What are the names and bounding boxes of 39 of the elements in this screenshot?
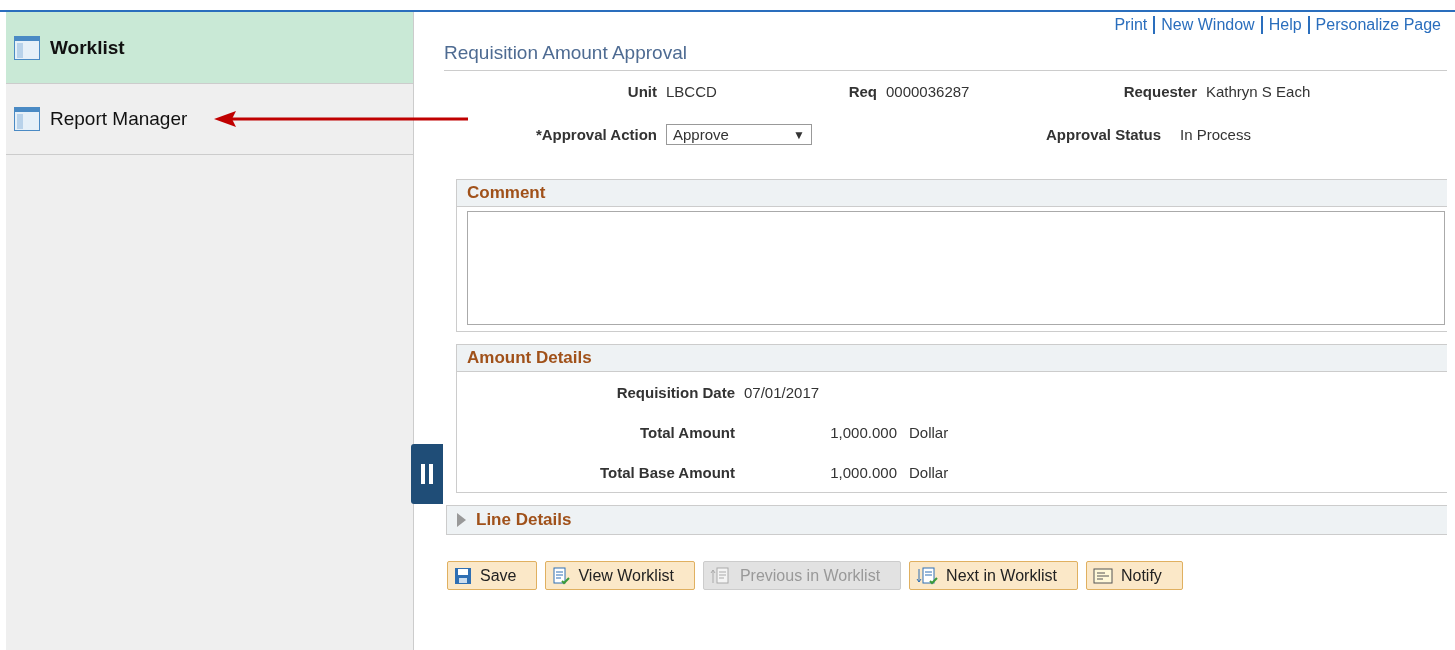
field-label: Requester xyxy=(1122,83,1198,100)
sidebar-item[interactable]: Worklist xyxy=(6,12,413,84)
field-label: Requisition Date xyxy=(615,383,736,401)
field-label: Approval Status xyxy=(1046,126,1163,143)
comment-field[interactable] xyxy=(467,211,1445,325)
field-value: 07/01/2017 xyxy=(744,383,821,401)
header-link[interactable]: Help xyxy=(1260,16,1308,34)
header-link[interactable]: Print xyxy=(1108,16,1154,34)
toolbar-button[interactable]: View Worklist xyxy=(545,561,695,590)
section-header: Amount Details xyxy=(457,345,1447,372)
up-arrow-list-icon xyxy=(709,566,732,585)
field-label: Total Amount xyxy=(639,423,736,441)
window-icon xyxy=(14,35,40,60)
currency-value: Dollar xyxy=(909,463,950,481)
field-value: Kathryn S Each xyxy=(1206,83,1312,100)
down-arrow-list-icon xyxy=(916,566,939,585)
header-link[interactable]: Personalize Page xyxy=(1307,16,1447,34)
field-label: Unit xyxy=(626,83,658,100)
field-value: In Process xyxy=(1180,126,1251,143)
checklist-icon xyxy=(552,566,571,585)
page-title: Requisition Amount Approval xyxy=(444,36,1447,71)
header-link[interactable]: New Window xyxy=(1153,16,1261,34)
field-label: *Approval Action xyxy=(534,126,658,143)
toolbar-button[interactable]: Save xyxy=(447,561,538,590)
field-value: LBCCD xyxy=(666,83,718,100)
section-header: Comment xyxy=(457,180,1447,207)
amount-value: 1,000.000 xyxy=(829,423,898,441)
toolbar-button[interactable]: Next in Worklist xyxy=(909,561,1078,590)
currency-value: Dollar xyxy=(909,423,950,441)
line-details-header[interactable]: Line Details xyxy=(446,505,1447,535)
amount-value: 1,000.000 xyxy=(829,463,898,481)
field-value: 0000036287 xyxy=(886,83,971,100)
field-label: Req xyxy=(847,83,878,100)
toolbar-button[interactable]: Notify xyxy=(1085,561,1183,590)
pane-collapse-handle[interactable] xyxy=(411,444,443,504)
window-icon xyxy=(14,107,40,131)
field-label: Total Base Amount xyxy=(599,463,736,481)
approval-action-dropdown[interactable]: Approve ▼ xyxy=(666,124,812,145)
note-icon xyxy=(1092,567,1113,584)
